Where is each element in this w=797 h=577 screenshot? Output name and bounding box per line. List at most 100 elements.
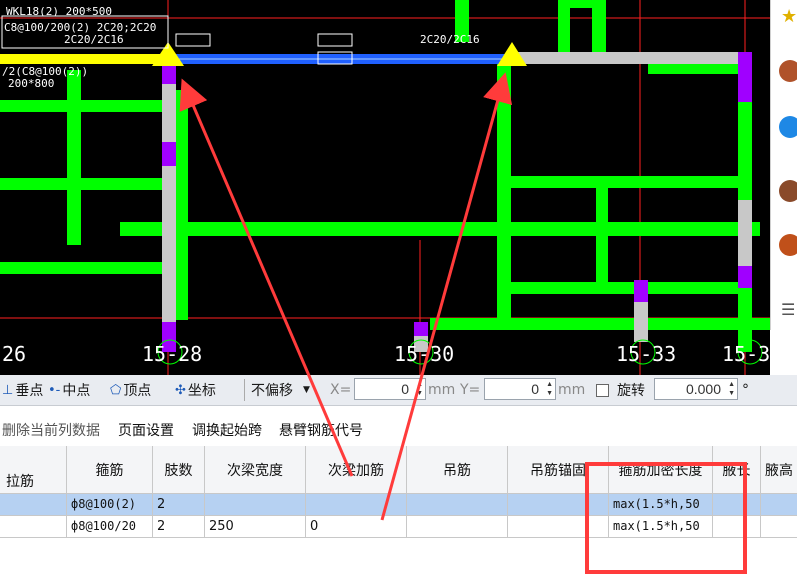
beam (596, 184, 608, 284)
support-marker (634, 280, 648, 302)
table-cell[interactable] (713, 494, 761, 516)
axis-label: 15-28 (142, 342, 203, 366)
coordinate-snap-button[interactable]: ✣ 坐标 (175, 379, 216, 401)
table-cell[interactable]: max(1.5*h,50 (609, 494, 713, 516)
y-label: Y= (460, 382, 481, 398)
table-cell[interactable] (713, 516, 761, 538)
column-header-dense-length[interactable]: 箍筋加密长度 (609, 446, 713, 494)
x-unit-label: mm (428, 382, 456, 398)
table-cell[interactable]: ф8@100/20 (67, 516, 153, 538)
spinner-icon[interactable]: ▲ ▼ (728, 380, 735, 398)
support-marker (738, 52, 752, 102)
checkbox-icon (596, 383, 609, 397)
table-cell[interactable] (508, 516, 609, 538)
beam (120, 222, 760, 236)
axis-label: 15-35 (722, 342, 770, 366)
table-cell[interactable] (508, 494, 609, 516)
x-coordinate-input[interactable]: 0 ▲ ▼ (354, 378, 426, 400)
table-cell[interactable] (407, 516, 508, 538)
delete-column-data-button[interactable]: 删除当前列数据 (2, 420, 100, 440)
midpoint-snap-button[interactable]: •- 中点 (48, 379, 90, 401)
column-header-haunch-height[interactable]: 腋高 (761, 446, 797, 494)
table-cell[interactable] (0, 516, 67, 538)
beam (176, 90, 188, 320)
column-header-secondary-width[interactable]: 次梁宽度 (205, 446, 306, 494)
rotate-checkbox[interactable]: 旋转 (596, 379, 645, 401)
table-row[interactable]: ф8@100(2) 2 max(1.5*h,50 (0, 494, 797, 516)
table-cell[interactable] (761, 516, 797, 538)
beam-plan-drawing[interactable] (0, 0, 770, 375)
perpendicular-snap-button[interactable]: ⊥ 垂点 (2, 379, 43, 401)
table-cell[interactable] (306, 494, 407, 516)
app-icon[interactable] (779, 116, 797, 138)
cantilever-code-button[interactable]: 悬臂钢筋代号 (279, 420, 363, 440)
vertex-icon: ⬠ (110, 382, 122, 398)
vertex-snap-button[interactable]: ⬠ 顶点 (110, 379, 151, 401)
beam (497, 62, 511, 324)
table-cell[interactable]: 0 (306, 516, 407, 538)
secondary-beam-name-label: /2(C8@100(2)) (2, 65, 89, 78)
rebar-table: 拉筋 箍筋 肢数 次梁宽度 次梁加筋 吊筋 吊筋锚固 箍筋加密长度 腋长 腋高 … (0, 446, 797, 577)
beam-stirrup-label: C8@100/200(2) 2C20;2C20 (4, 21, 157, 34)
y-unit-label: mm (558, 382, 586, 398)
table-cell[interactable] (407, 494, 508, 516)
offset-select[interactable]: 不偏移 ▼ (244, 379, 310, 401)
column (162, 62, 176, 352)
beam-outline (511, 52, 738, 64)
beam (592, 0, 606, 60)
chevron-down-icon: ▼ (303, 385, 310, 395)
column (738, 200, 752, 266)
spinner-icon[interactable]: ▲ ▼ (416, 380, 423, 398)
beam (558, 0, 570, 60)
beam (570, 0, 592, 8)
support-marker (738, 266, 752, 288)
user-avatar-icon[interactable] (779, 180, 797, 202)
degree-label: ° (742, 382, 749, 398)
table-row[interactable]: ф8@100/20 2 250 0 max(1.5*h,50 (0, 516, 797, 538)
rotate-angle-input[interactable]: 0.000 ▲ ▼ (654, 378, 738, 400)
secondary-beam-size-label: 200*800 (8, 77, 55, 90)
midpoint-icon: •- (48, 382, 61, 398)
table-cell[interactable] (761, 494, 797, 516)
beam (505, 176, 745, 188)
table-cell[interactable]: 250 (205, 516, 306, 538)
axis-label: 15-30 (394, 342, 455, 366)
table-cell[interactable]: max(1.5*h,50 (609, 516, 713, 538)
table-cell[interactable] (0, 494, 67, 516)
table-cell[interactable]: 2 (153, 494, 205, 516)
spinner-icon[interactable]: ▲ ▼ (546, 380, 553, 398)
table-cell[interactable]: 2 (153, 516, 205, 538)
column-header-hanger-anchor[interactable]: 吊筋锚固 (508, 446, 609, 494)
left-top-rebar-label: 2C20/2C16 (64, 33, 124, 46)
right-top-rebar-label: 2C20/2C16 (420, 33, 480, 46)
column-header-secondary-add[interactable]: 次梁加筋 (306, 446, 407, 494)
perpendicular-icon: ⊥ (2, 382, 14, 398)
x-label: X= (330, 382, 352, 398)
coordinate-icon: ✣ (175, 382, 186, 398)
axis-label: 26 (2, 342, 27, 366)
beam-name-label: WKL18(2) 200*500 (6, 5, 112, 18)
column-header-haunch-length[interactable]: 腋长 (713, 446, 761, 494)
column-header-hanger[interactable]: 吊筋 (407, 446, 508, 494)
cad-drawing-canvas[interactable]: WKL18(2) 200*500 C8@100/200(2) 2C20;2C20… (0, 0, 770, 375)
star-icon[interactable]: ★ (781, 6, 797, 27)
label-box (317, 33, 353, 47)
beam (67, 70, 81, 245)
column-header-tie[interactable]: 拉筋 (0, 446, 67, 494)
beam (511, 282, 741, 294)
menu-icon[interactable]: ☰ (781, 300, 795, 319)
column-header-legs[interactable]: 肢数 (153, 446, 205, 494)
swap-start-span-button[interactable]: 调换起始跨 (192, 420, 262, 440)
user-avatar-icon[interactable] (779, 60, 797, 82)
column (634, 302, 648, 342)
column-header-stirrup[interactable]: 箍筋 (67, 446, 153, 494)
command-bar: 删除当前列数据 页面设置 调换起始跨 悬臂钢筋代号 (0, 406, 797, 446)
warning-icon[interactable] (779, 234, 797, 256)
beam (430, 318, 770, 330)
right-side-panel: ★ ☰ (770, 0, 797, 330)
table-cell[interactable] (205, 494, 306, 516)
table-cell[interactable]: ф8@100(2) (67, 494, 153, 516)
axis-label: 15-33 (616, 342, 677, 366)
y-coordinate-input[interactable]: 0 ▲ ▼ (484, 378, 556, 400)
page-setup-button[interactable]: 页面设置 (118, 420, 174, 440)
